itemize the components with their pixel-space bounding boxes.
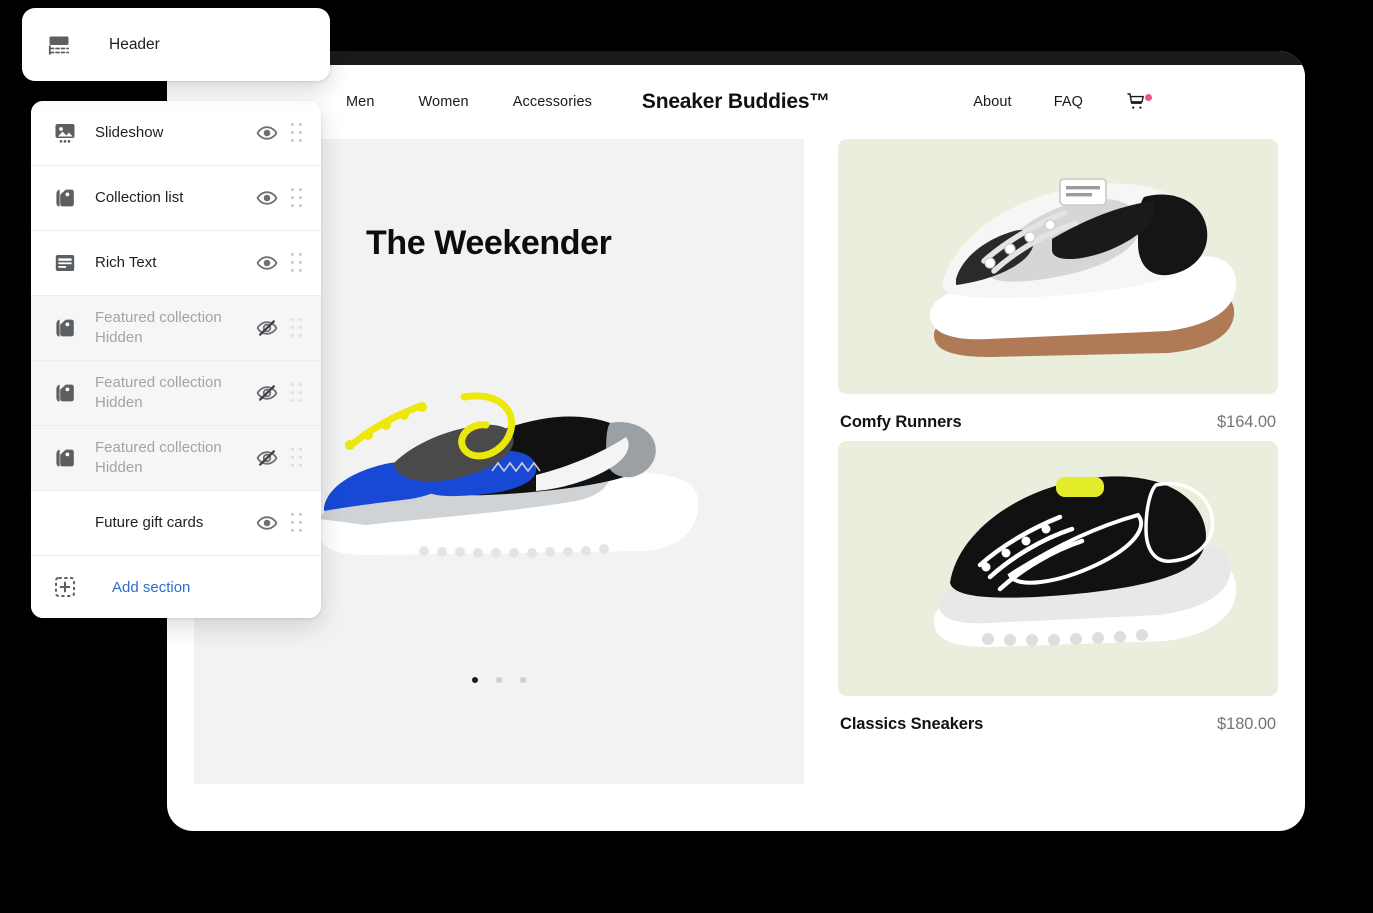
nav-link-about[interactable]: About xyxy=(973,94,1011,110)
classics-sneakers-image xyxy=(934,476,1237,647)
store-logo[interactable]: Sneaker Buddies™ xyxy=(642,90,830,114)
drag-handle[interactable] xyxy=(289,318,305,338)
product-price: $164.00 xyxy=(1217,413,1276,431)
section-row-rich-text[interactable]: Rich Text xyxy=(31,231,321,296)
section-text: Rich Text xyxy=(95,253,256,273)
collection-tags-icon xyxy=(52,380,78,406)
drag-handle[interactable] xyxy=(289,383,305,403)
section-text: Future gift cards xyxy=(95,513,256,533)
section-label: Featured collection xyxy=(95,439,222,457)
screenshot-root: Men Women Accessories Sneaker Buddies™ A… xyxy=(0,0,1373,913)
collection-tags-icon xyxy=(52,315,78,341)
store-preview-frame: Men Women Accessories Sneaker Buddies™ A… xyxy=(167,51,1305,831)
add-section-button[interactable]: Add section xyxy=(31,556,321,618)
eye-icon[interactable] xyxy=(256,122,278,144)
section-label: Featured collection xyxy=(95,309,222,327)
section-label: Collection list xyxy=(95,189,184,207)
section-text: Slideshow xyxy=(95,123,256,143)
section-actions xyxy=(256,512,305,534)
eye-slash-icon[interactable] xyxy=(256,317,278,339)
cart-button[interactable] xyxy=(1125,90,1152,114)
product-image xyxy=(838,441,1278,696)
section-actions xyxy=(256,317,305,339)
section-actions xyxy=(256,187,305,209)
section-actions xyxy=(256,447,305,469)
section-row-slideshow[interactable]: Slideshow xyxy=(31,101,321,166)
drag-handle[interactable] xyxy=(289,188,305,208)
hero-title: The Weekender xyxy=(366,224,612,262)
drag-handle[interactable] xyxy=(289,123,305,143)
section-label: Rich Text xyxy=(95,254,157,272)
announcement-bar xyxy=(167,51,1305,65)
drag-handle[interactable] xyxy=(289,253,305,273)
eye-icon[interactable] xyxy=(256,252,278,274)
add-section-label: Add section xyxy=(112,578,191,596)
section-text: Featured collection Hidden xyxy=(95,438,256,478)
hero-carousel-dots xyxy=(472,677,526,683)
section-text: Featured collection Hidden xyxy=(95,308,256,348)
header-section-label: Header xyxy=(109,35,160,53)
drag-handle[interactable] xyxy=(289,448,305,468)
section-status: Hidden xyxy=(95,459,143,476)
product-card[interactable]: Classics Sneakers $180.00 xyxy=(838,441,1278,734)
header-section-icon xyxy=(46,32,72,58)
section-actions xyxy=(256,252,305,274)
collection-tags-icon xyxy=(52,445,78,471)
slideshow-icon xyxy=(52,120,78,146)
sections-panel: Slideshow Collection list Rich Text Feat… xyxy=(31,101,321,618)
rich-text-icon xyxy=(52,250,78,276)
product-meta: Classics Sneakers $180.00 xyxy=(838,696,1278,734)
product-title: Comfy Runners xyxy=(840,413,962,431)
product-title: Classics Sneakers xyxy=(840,715,984,733)
hero-dot-1[interactable] xyxy=(472,677,478,683)
section-label: Slideshow xyxy=(95,124,164,142)
product-card[interactable]: Comfy Runners $164.00 xyxy=(838,139,1278,432)
section-row-featured-collection[interactable]: Featured collection Hidden xyxy=(31,426,321,491)
section-row-collection-list[interactable]: Collection list xyxy=(31,166,321,231)
hero-sneaker-image xyxy=(318,392,699,558)
store-body: The Weekender Comfy Runners $164.00 Clas… xyxy=(167,139,1305,831)
nav-link-accessories[interactable]: Accessories xyxy=(513,94,592,110)
eye-icon[interactable] xyxy=(256,512,278,534)
nav-link-men[interactable]: Men xyxy=(346,94,375,110)
section-row-future-gift-cards[interactable]: Future gift cards xyxy=(31,491,321,556)
section-label: Featured collection xyxy=(95,374,222,392)
nav-links-right: About FAQ xyxy=(973,90,1152,114)
nav-link-faq[interactable]: FAQ xyxy=(1054,94,1083,110)
eye-icon[interactable] xyxy=(256,187,278,209)
hero-dot-3[interactable] xyxy=(520,677,526,683)
section-label: Future gift cards xyxy=(95,514,204,532)
add-plus-dashed-icon xyxy=(52,574,78,600)
section-row-featured-collection[interactable]: Featured collection Hidden xyxy=(31,361,321,426)
comfy-runners-sneaker-image xyxy=(930,178,1237,357)
section-status: Hidden xyxy=(95,329,143,346)
product-meta: Comfy Runners $164.00 xyxy=(838,394,1278,432)
drag-handle[interactable] xyxy=(289,513,305,533)
eye-slash-icon[interactable] xyxy=(256,382,278,404)
store-navigation: Men Women Accessories Sneaker Buddies™ A… xyxy=(167,65,1305,139)
product-price: $180.00 xyxy=(1217,715,1276,733)
section-text: Collection list xyxy=(95,188,256,208)
product-list: Comfy Runners $164.00 Classics Sneakers … xyxy=(838,139,1278,831)
header-section-card[interactable]: Header xyxy=(22,8,330,81)
shopping-cart-icon xyxy=(1127,93,1144,109)
section-actions xyxy=(256,382,305,404)
eye-slash-icon[interactable] xyxy=(256,447,278,469)
section-text: Featured collection Hidden xyxy=(95,373,256,413)
section-actions xyxy=(256,122,305,144)
collection-tags-icon xyxy=(52,185,78,211)
nav-link-women[interactable]: Women xyxy=(419,94,469,110)
section-row-featured-collection[interactable]: Featured collection Hidden xyxy=(31,296,321,361)
product-image xyxy=(838,139,1278,394)
hero-dot-2[interactable] xyxy=(496,677,502,683)
cart-badge-dot xyxy=(1145,94,1152,101)
section-status: Hidden xyxy=(95,394,143,411)
nav-links-left: Men Women Accessories xyxy=(346,94,592,110)
